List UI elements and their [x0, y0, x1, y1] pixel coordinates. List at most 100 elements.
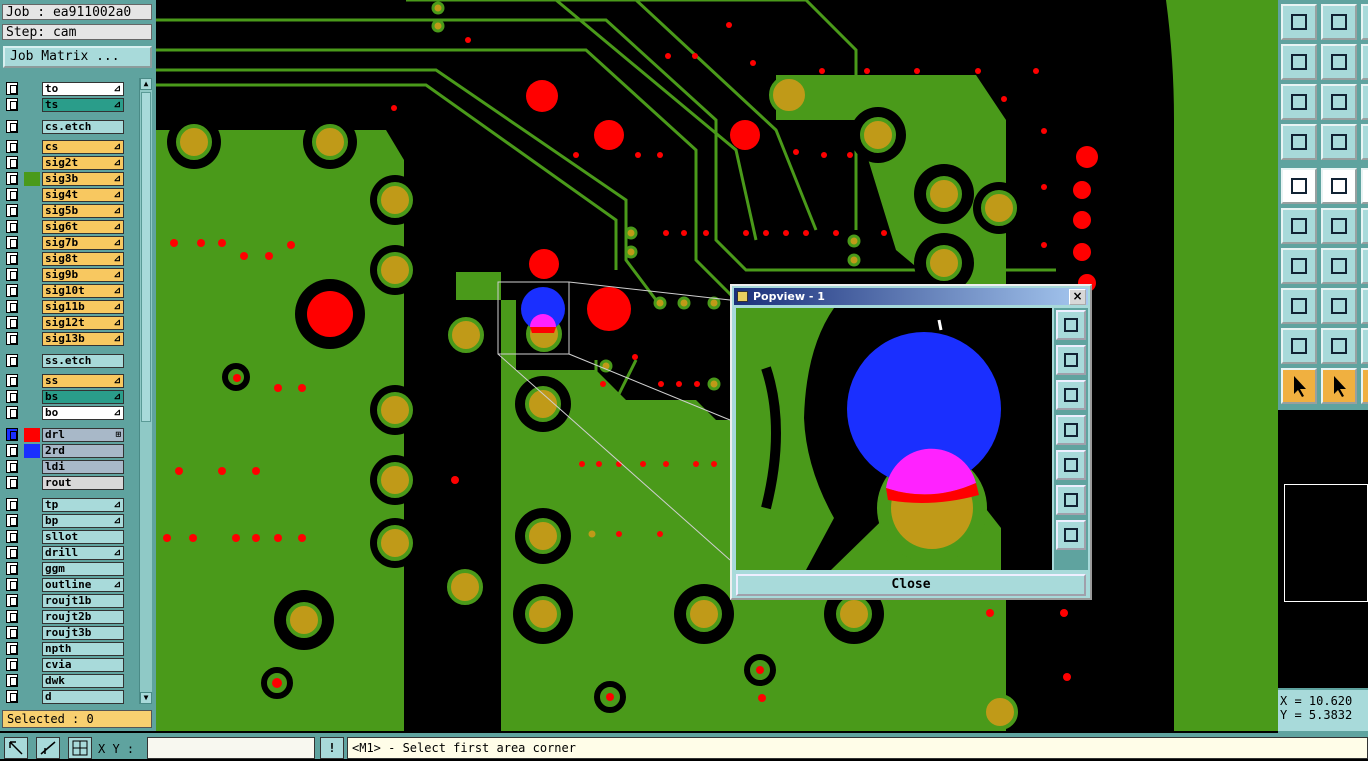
zoom-right-icon[interactable]: [1361, 4, 1368, 40]
layer-label[interactable]: outline ⊿: [42, 578, 124, 592]
layer-label[interactable]: sllot: [42, 530, 124, 544]
layer-row-rout[interactable]: rout: [4, 476, 128, 490]
zoom-top-icon[interactable]: [1281, 4, 1317, 40]
connect-icon[interactable]: [1281, 208, 1317, 244]
layer-row-roujt3b[interactable]: roujt3b: [4, 626, 128, 640]
layer-checkbox[interactable]: [6, 674, 18, 687]
layer-row-sllot[interactable]: sllot: [4, 530, 128, 544]
layer-label[interactable]: sig10t ⊿: [42, 284, 124, 298]
layer-checkbox[interactable]: [6, 530, 18, 543]
overview-viewport[interactable]: [1284, 484, 1368, 602]
layer-checkbox[interactable]: [6, 236, 18, 249]
layer-label[interactable]: ss ⊿: [42, 374, 124, 388]
layer-label[interactable]: roujt1b: [42, 594, 124, 608]
layer-checkbox[interactable]: [6, 354, 18, 367]
layer-label[interactable]: bp ⊿: [42, 514, 124, 528]
layer-label[interactable]: sig3b ⊿: [42, 172, 124, 186]
layer-label[interactable]: sig13b ⊿: [42, 332, 124, 346]
arrow-up-icon[interactable]: [1321, 328, 1357, 364]
layer-label[interactable]: cvia: [42, 658, 124, 672]
measure-point-icon[interactable]: [1321, 124, 1357, 160]
scroll-up-icon[interactable]: ▲: [140, 78, 152, 90]
layer-row-d[interactable]: d: [4, 690, 128, 704]
center-icon[interactable]: [1321, 84, 1357, 120]
layer-row-sig2t[interactable]: sig2t ⊿: [4, 156, 128, 170]
layer-row-to[interactable]: to ⊿: [4, 82, 128, 96]
layer-label[interactable]: sig9b ⊿: [42, 268, 124, 282]
page-up-icon[interactable]: [1056, 345, 1086, 375]
layer-checkbox[interactable]: [6, 204, 18, 217]
layer-label[interactable]: roujt3b: [42, 626, 124, 640]
layer-row-sig6t[interactable]: sig6t ⊿: [4, 220, 128, 234]
layer-label[interactable]: sig12t ⊿: [42, 316, 124, 330]
resize-icon[interactable]: [4, 737, 28, 759]
layer-checkbox[interactable]: [6, 658, 18, 671]
grid-icon[interactable]: [68, 737, 92, 759]
layer-checkbox[interactable]: [6, 252, 18, 265]
layer-row-sig3b[interactable]: sig3b ⊿: [4, 172, 128, 186]
layer-row-bo[interactable]: bo ⊿: [4, 406, 128, 420]
connect2-icon[interactable]: [1361, 208, 1368, 244]
layer-checkbox[interactable]: [6, 578, 18, 591]
layer-label[interactable]: 2rd: [42, 444, 124, 458]
fit-icon[interactable]: [1281, 84, 1317, 120]
pan-left-icon[interactable]: [1281, 44, 1317, 80]
page-down-icon[interactable]: [1056, 380, 1086, 410]
layer-checkbox[interactable]: [6, 172, 18, 185]
layer-row-sig11b[interactable]: sig11b ⊿: [4, 300, 128, 314]
layer-checkbox[interactable]: [6, 626, 18, 639]
layer-label[interactable]: drl ⊞: [42, 428, 124, 442]
layer-row-roujt1b[interactable]: roujt1b: [4, 594, 128, 608]
close-icon[interactable]: ×: [1069, 289, 1086, 305]
layer-row-sig5b[interactable]: sig5b ⊿: [4, 204, 128, 218]
scale-icon[interactable]: [1361, 84, 1368, 120]
select3-icon[interactable]: [1361, 368, 1368, 404]
layer-label[interactable]: to ⊿: [42, 82, 124, 96]
close-button[interactable]: Close: [736, 574, 1086, 596]
layer-row-ss-etch[interactable]: ss.etch: [4, 354, 128, 368]
layer-checkbox[interactable]: [6, 498, 18, 511]
xy-input[interactable]: [147, 737, 315, 759]
scroll-thumb[interactable]: [141, 92, 151, 422]
layer-checkbox[interactable]: [6, 220, 18, 233]
layer-row-sig7b[interactable]: sig7b ⊿: [4, 236, 128, 250]
seg2-icon[interactable]: [1361, 288, 1368, 324]
popview-title-bar[interactable]: Popview - 1 ×: [734, 288, 1088, 305]
settings-icon[interactable]: [1281, 124, 1317, 160]
layer-label[interactable]: sig5b ⊿: [42, 204, 124, 218]
layer-label[interactable]: npth: [42, 642, 124, 656]
scroll-down-icon[interactable]: ▼: [140, 692, 152, 704]
triangle-icon[interactable]: [1281, 328, 1317, 364]
layer-checkbox[interactable]: [6, 594, 18, 607]
layer-row-dwk[interactable]: dwk: [4, 674, 128, 688]
layer-row-tp[interactable]: tp ⊿: [4, 498, 128, 512]
layer-label[interactable]: ggm: [42, 562, 124, 576]
layer-checkbox[interactable]: [6, 98, 18, 111]
layer-label[interactable]: cs.etch: [42, 120, 124, 134]
layer-checkbox[interactable]: [6, 120, 18, 133]
layer-checkbox[interactable]: [6, 690, 18, 703]
add-feature-icon[interactable]: [1281, 168, 1317, 204]
measure-icon[interactable]: [36, 737, 60, 759]
layer-label[interactable]: roujt2b: [42, 610, 124, 624]
fit-view-icon[interactable]: [1056, 485, 1086, 515]
layer-label[interactable]: bo ⊿: [42, 406, 124, 420]
select-box-icon[interactable]: [1321, 368, 1357, 404]
layer-row-ss[interactable]: ss ⊿: [4, 374, 128, 388]
diagonal-icon[interactable]: [1321, 248, 1357, 284]
layer-row-drill[interactable]: drill ⊿: [4, 546, 128, 560]
layer-row-sig4t[interactable]: sig4t ⊿: [4, 188, 128, 202]
layer-label[interactable]: bs ⊿: [42, 390, 124, 404]
arrow2-icon[interactable]: [1361, 328, 1368, 364]
pad-icon[interactable]: [1281, 288, 1317, 324]
layer-label[interactable]: sig7b ⊿: [42, 236, 124, 250]
layer-row-2rd[interactable]: 2rd: [4, 444, 128, 458]
layer-list-scrollbar[interactable]: ▲ ▼: [139, 78, 152, 704]
layer-row-bs[interactable]: bs ⊿: [4, 390, 128, 404]
red-marker-icon[interactable]: [1361, 124, 1368, 160]
layer-checkbox[interactable]: [6, 428, 18, 441]
cross-icon[interactable]: [1321, 208, 1357, 244]
pan-right-icon[interactable]: [1321, 44, 1357, 80]
layer-label[interactable]: sig11b ⊿: [42, 300, 124, 314]
layer-label[interactable]: cs ⊿: [42, 140, 124, 154]
